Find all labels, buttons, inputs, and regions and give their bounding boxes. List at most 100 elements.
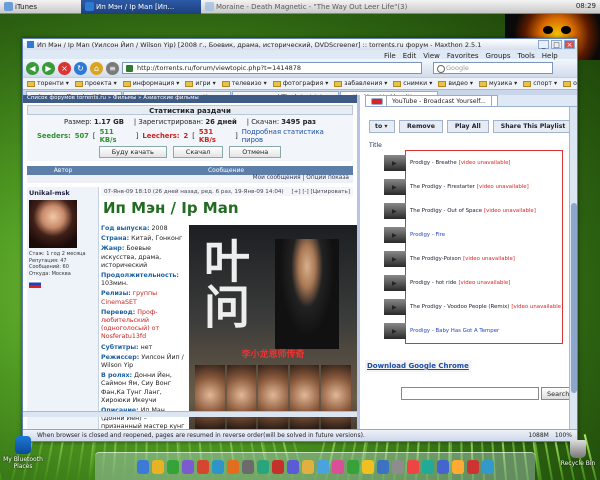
video-title[interactable]: Prodigy - Breathe [410,160,457,166]
forward-icon[interactable]: ▶ [42,61,55,75]
taskbar-item-itunes[interactable]: iTunes [0,0,41,14]
peers-stats-link[interactable]: Подробная статистика пиров [242,128,343,144]
dock-app-icon[interactable] [226,459,239,474]
dock-app-icon[interactable] [271,459,284,474]
menu-view[interactable]: View [423,52,440,60]
video-title[interactable]: The Prodigy - Out of Space [410,208,482,214]
video-title[interactable]: Prodigy - Fire [410,232,445,238]
back-icon[interactable]: ◀ [26,61,39,75]
vertical-scrollbar[interactable] [569,107,577,429]
dock-app-icon[interactable] [151,459,164,474]
video-title[interactable]: Prodigy - hot ride [410,280,456,286]
playlist-item[interactable]: ▶ Prodigy - hot ride [video unavailable] [384,271,510,295]
play-icon[interactable]: ▶ [392,304,397,311]
dock-app-icon[interactable] [241,459,254,474]
youtube-search-input[interactable] [401,387,539,400]
download-chrome-link[interactable]: Download Google Chrome [365,360,471,372]
dock-app-icon[interactable] [481,459,494,474]
desktop-icon-bluetooth[interactable]: My Bluetooth Places [0,436,46,470]
quote-links[interactable]: [+] [-] [Цитировать] [292,189,350,195]
dock-app-icon[interactable] [466,459,479,474]
will-download-button[interactable]: Буду качать [98,146,167,158]
video-title[interactable]: Prodigy - Baby Has Got A Temper [410,328,499,334]
bookmark-folder[interactable]: видео ▾ [438,80,473,87]
dock-app-icon[interactable] [316,459,329,474]
video-title[interactable]: The Prodigy - Firestarter [410,184,475,190]
desktop-icon-recycle-bin[interactable]: Recycle Bin [555,440,600,467]
breadcrumb[interactable]: Список форумов torrents.ru » Фильмы » Аз… [23,95,357,103]
dock-app-icon[interactable] [331,459,344,474]
playlist-item[interactable]: ▶ Prodigy - Fire [384,223,447,247]
playlist-item[interactable]: ▶ Prodigy - Baby Has Got A Temper [384,319,501,343]
dock-app-icon[interactable] [376,459,389,474]
dock-app-icon[interactable] [196,459,209,474]
bookmark-folder[interactable]: снимки ▾ [393,80,432,87]
dock-app-icon[interactable] [406,459,419,474]
dock-app-icon[interactable] [136,459,149,474]
playlist-item[interactable]: ▶ Prodigy - Breathe [video unavailable] [384,151,511,175]
play-icon[interactable]: ▶ [392,184,397,191]
dock-app-icon[interactable] [391,459,404,474]
menu-tools[interactable]: Tools [518,52,535,60]
play-icon[interactable]: ▶ [392,160,397,167]
menu-groups[interactable]: Groups [486,52,511,60]
maximize-button[interactable]: □ [551,40,562,49]
play-icon[interactable]: ▶ [392,232,397,239]
title-column-header[interactable]: Title [369,142,382,149]
play-icon[interactable]: ▶ [392,208,397,215]
play-all-button[interactable]: Play All [446,120,489,133]
bookmark-folder[interactable]: общество▾ [563,80,577,87]
video-title[interactable]: The Prodigy-Poison [410,256,461,262]
horizontal-scrollbar[interactable] [23,411,357,417]
dock-app-icon[interactable] [256,459,269,474]
playlist-item[interactable]: ▶ The Prodigy - Voodoo People (Remix) [vid… [384,295,563,319]
bookmark-folder[interactable]: забавления ▾ [334,80,387,87]
downloaded-button[interactable]: Скачал [172,146,224,158]
bookmark-folder[interactable]: торенти ▾ [27,80,69,87]
play-icon[interactable]: ▶ [392,328,397,335]
cancel-button[interactable]: Отмена [229,146,282,158]
author-name[interactable]: Unikal-msk [29,189,96,197]
stop-icon[interactable]: × [58,61,71,75]
refresh-icon[interactable]: ↻ [74,61,87,75]
tab-youtube[interactable]: YouTube - Broadcast Yourself... [365,95,498,107]
dock-app-icon[interactable] [421,459,434,474]
dock-app-icon[interactable] [451,459,464,474]
dock-app-icon[interactable] [361,459,374,474]
menu-file[interactable]: File [384,52,396,60]
video-title[interactable]: The Prodigy - Voodoo People (Remix) [410,304,509,310]
home-icon[interactable]: ⌂ [90,61,103,75]
remove-button[interactable]: Remove [399,120,443,133]
dock-app-icon[interactable] [211,459,224,474]
taskbar-item-player[interactable]: Moraine - Death Magnetic - "The Way Out … [201,0,411,14]
zoom-level[interactable]: 100% [555,432,572,439]
dock-app-icon[interactable] [166,459,179,474]
post-options-links[interactable]: Мои сообщения | Опции показа [27,175,353,183]
menu-edit[interactable]: Edit [403,52,417,60]
bookmark-folder[interactable]: информация ▾ [122,80,179,87]
bookmark-folder[interactable]: игри ▾ [185,80,216,87]
minimize-button[interactable]: _ [538,40,549,49]
dock-app-icon[interactable] [286,459,299,474]
dock-app-icon[interactable] [181,459,194,474]
address-bar[interactable]: http://torrents.ru/forum/viewtopic.php?t… [122,62,422,74]
dock-app-icon[interactable] [346,459,359,474]
dock-app-icon[interactable] [436,459,449,474]
bookmark-folder[interactable]: спорт ▾ [523,80,557,87]
dock-app-icon[interactable] [301,459,314,474]
play-icon[interactable]: ▶ [392,280,397,287]
search-input[interactable]: Google [433,62,553,74]
menu-help[interactable]: Help [542,52,558,60]
history-icon[interactable]: ≡ [106,61,119,75]
playlist-item[interactable]: ▶ The Prodigy - Out of Space [video unavai… [384,199,536,223]
bookmark-folder[interactable]: телевизо ▾ [221,80,267,87]
bookmark-folder[interactable]: фотография ▾ [272,80,328,87]
taskbar-item-browser[interactable]: Ип Мэн / Ip Man [Ип... [80,0,201,14]
playlist-action-dropdown[interactable]: to ▾ [369,120,395,133]
play-icon[interactable]: ▶ [392,256,397,263]
bookmark-folder[interactable]: музика ▾ [478,80,517,87]
playlist-item[interactable]: ▶ The Prodigy-Poison [video unavailable] [384,247,515,271]
bookmark-folder[interactable]: проекта ▾ [74,80,117,87]
playlist-item[interactable]: ▶ The Prodigy - Firestarter [video unavail… [384,175,529,199]
share-playlist-button[interactable]: Share This Playlist [492,120,574,133]
